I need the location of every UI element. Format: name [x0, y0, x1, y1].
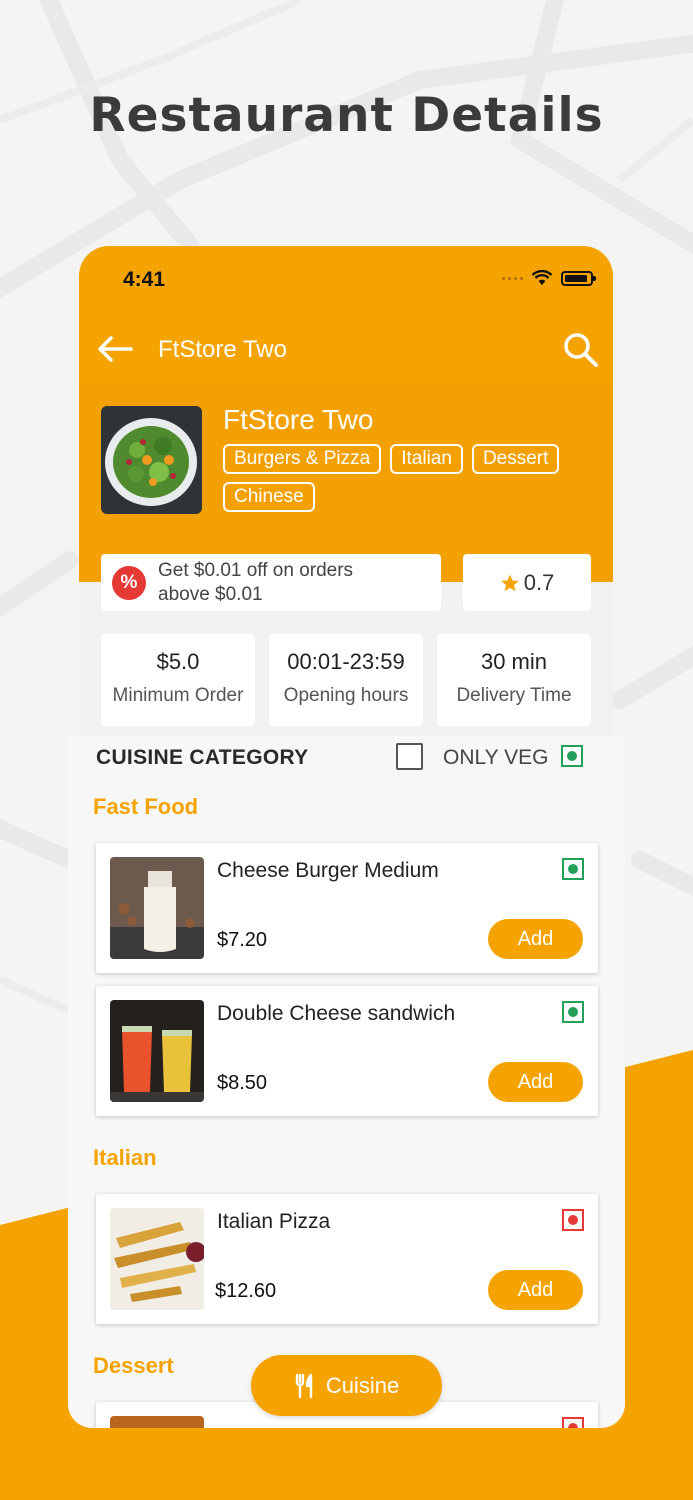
app-bar-title: FtStore Two	[158, 336, 287, 363]
app-bar: FtStore Two	[79, 316, 613, 382]
minimum-order-card: $5.0 Minimum Order	[101, 634, 255, 726]
nonveg-indicator-icon	[562, 1209, 584, 1231]
store-tags: Burgers & Pizza Italian Dessert Chinese	[223, 444, 593, 512]
minimum-order-value: $5.0	[156, 649, 200, 674]
fork-knife-icon	[295, 1373, 313, 1398]
battery-icon	[561, 270, 596, 286]
only-veg-label: ONLY VEG	[443, 746, 549, 769]
minimum-order-label: Minimum Order	[112, 685, 244, 706]
phone-screen: 4:41 FtStore Two FtStore Two Burgers & P…	[79, 246, 613, 746]
percent-icon: %	[112, 565, 146, 600]
add-button[interactable]: Add	[488, 919, 583, 959]
add-button[interactable]: Add	[488, 1270, 583, 1310]
opening-hours-label: Opening hours	[283, 685, 409, 706]
add-button[interactable]: Add	[488, 1062, 583, 1102]
status-time: 4:41	[123, 268, 166, 291]
opening-hours-value: 00:01-23:59	[287, 649, 405, 674]
section-title-dessert: Dessert	[93, 1353, 174, 1378]
cuisine-button-label: Cuisine	[325, 1372, 400, 1398]
offer-card[interactable]: % Get $0.01 off on orders above $0.01	[101, 554, 441, 611]
veg-indicator-icon	[562, 1001, 584, 1023]
item-name: Italian Pizza	[217, 1210, 331, 1233]
menu-item-card[interactable]: Italian Pizza $12.60 Add	[96, 1194, 598, 1324]
store-header: FtStore Two Burgers & Pizza Italian Dess…	[79, 382, 613, 582]
item-image	[110, 857, 204, 959]
status-icons	[502, 270, 596, 286]
item-price: $12.60	[215, 1280, 277, 1302]
section-title-fast-food: Fast Food	[93, 794, 199, 819]
item-name: Cheese Burger Medium	[217, 859, 439, 882]
search-button[interactable]	[561, 330, 601, 370]
cuisine-category-title: CUISINE CATEGORY	[96, 746, 309, 769]
store-image	[101, 406, 202, 514]
veg-indicator-icon	[561, 745, 583, 767]
item-image	[110, 1000, 204, 1102]
menu-panel: CUISINE CATEGORY ONLY VEG Fast Food Chee…	[68, 736, 625, 1428]
tag-chinese[interactable]: Chinese	[223, 482, 315, 512]
tag-italian[interactable]: Italian	[390, 444, 463, 474]
cuisine-button[interactable]: Cuisine	[251, 1355, 442, 1416]
wifi-icon	[531, 270, 553, 285]
section-title-italian: Italian	[93, 1145, 157, 1170]
delivery-time-card: 30 min Delivery Time	[437, 634, 591, 726]
tag-dessert[interactable]: Dessert	[471, 444, 560, 474]
status-bar: 4:41	[79, 246, 613, 316]
veg-indicator-icon	[562, 858, 584, 880]
item-name: Double Cheese sandwich	[217, 1002, 456, 1025]
item-image	[110, 1416, 204, 1428]
delivery-time-label: Delivery Time	[456, 685, 572, 706]
rating-card: 0.7	[463, 554, 591, 611]
delivery-time-value: 30 min	[480, 649, 548, 674]
item-image	[110, 1208, 204, 1310]
back-button[interactable]	[97, 333, 135, 365]
nonveg-indicator-icon	[562, 1417, 584, 1428]
opening-hours-card: 00:01-23:59 Opening hours	[269, 634, 423, 726]
arrow-left-icon	[98, 336, 133, 362]
rating-value: 0.7	[523, 569, 555, 595]
store-name: FtStore Two	[223, 404, 374, 435]
menu-item-card[interactable]: Cheese Burger Medium $7.20 Add	[96, 843, 598, 973]
offer-text: Get $0.01 off on orders above $0.01	[158, 559, 354, 605]
signal-icon	[502, 276, 523, 280]
star-icon	[500, 574, 519, 591]
tag-burgers-pizza[interactable]: Burgers & Pizza	[223, 444, 382, 474]
item-price: $8.50	[217, 1072, 268, 1094]
search-icon	[564, 333, 598, 367]
menu-item-card[interactable]: Double Cheese sandwich $8.50 Add	[96, 986, 598, 1116]
page-heading: Restaurant Details	[89, 88, 604, 143]
item-price: $7.20	[217, 929, 268, 951]
only-veg-checkbox[interactable]	[396, 743, 423, 770]
